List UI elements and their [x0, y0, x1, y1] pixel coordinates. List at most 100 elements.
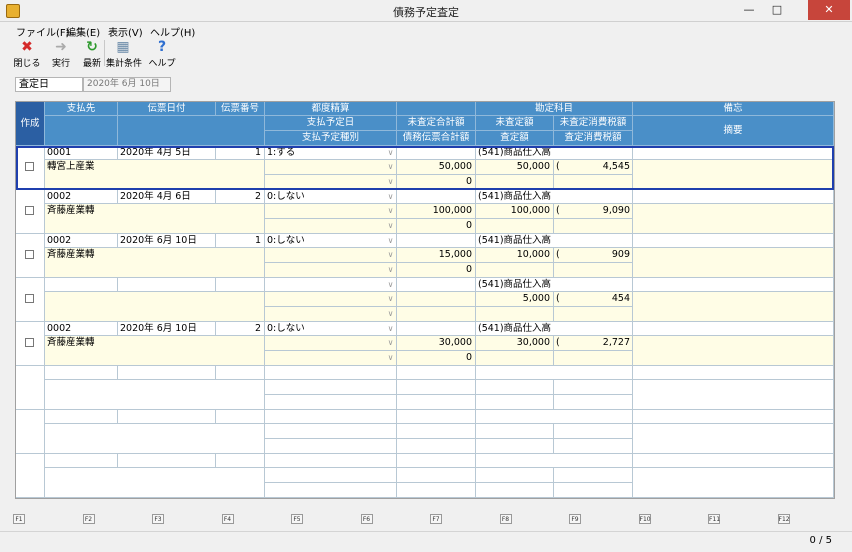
function-key-f11[interactable]: F11 [708, 514, 720, 524]
summary-cell[interactable] [633, 424, 834, 454]
pay-date-field[interactable] [265, 160, 397, 175]
function-key-f10[interactable]: F10 [638, 514, 651, 524]
memo-cell[interactable] [633, 146, 834, 160]
function-key-f5[interactable]: F5 [291, 514, 303, 524]
unassessed-amount[interactable] [476, 468, 554, 483]
pay-date-field[interactable] [265, 380, 397, 395]
each-settle-select[interactable]: 0:しない [265, 234, 397, 248]
assessed-amount[interactable] [476, 483, 554, 498]
assessed-amount[interactable] [476, 307, 554, 322]
account-cell[interactable]: (541)商品仕入高 [476, 322, 633, 336]
conditions-button[interactable]: ▦ 集計条件 [106, 38, 142, 69]
summary-cell[interactable] [633, 336, 834, 366]
each-settle-select[interactable] [265, 366, 397, 380]
pay-type-select[interactable] [265, 263, 397, 278]
dropdown-icon[interactable]: ∨ [385, 146, 396, 160]
account-cell[interactable]: (541)商品仕入高 [476, 278, 633, 292]
pay-type-select[interactable] [265, 439, 397, 454]
summary-cell[interactable] [633, 468, 834, 498]
row-checkbox[interactable] [25, 294, 34, 303]
assessed-tax[interactable] [554, 263, 633, 278]
row-select-cell[interactable] [16, 454, 45, 498]
unassessed-amount[interactable]: 5,000 [476, 292, 554, 307]
summary-cell[interactable] [633, 380, 834, 410]
assessed-tax[interactable] [554, 219, 633, 234]
unassessed-amount[interactable]: 50,000 [476, 160, 554, 175]
dropdown-icon[interactable]: ∨ [385, 248, 396, 262]
unassessed-tax[interactable]: 9,090 [562, 204, 633, 219]
account-cell[interactable]: (541)商品仕入高 [476, 234, 633, 248]
account-cell[interactable]: (541)商品仕入高 [476, 190, 633, 204]
assessed-amount[interactable] [476, 395, 554, 410]
dropdown-icon[interactable]: ∨ [385, 351, 396, 365]
memo-cell[interactable] [633, 410, 834, 424]
pay-type-select[interactable] [265, 219, 397, 234]
memo-cell[interactable] [633, 322, 834, 336]
pay-date-field[interactable] [265, 248, 397, 263]
dropdown-icon[interactable]: ∨ [385, 175, 396, 189]
function-key-f3[interactable]: F3 [152, 514, 164, 524]
pay-type-select[interactable] [265, 307, 397, 322]
pay-type-select[interactable] [265, 351, 397, 366]
assessed-amount[interactable] [476, 175, 554, 190]
row-checkbox[interactable] [25, 162, 34, 171]
memo-cell[interactable] [633, 234, 834, 248]
pay-date-field[interactable] [265, 468, 397, 483]
row-checkbox[interactable] [25, 338, 34, 347]
unassessed-amount[interactable] [476, 424, 554, 439]
dropdown-icon[interactable]: ∨ [385, 219, 396, 233]
summary-cell[interactable] [633, 248, 834, 278]
dropdown-icon[interactable]: ∨ [385, 278, 396, 292]
assessed-amount[interactable] [476, 351, 554, 366]
dropdown-icon[interactable]: ∨ [385, 322, 396, 336]
account-cell[interactable]: (541)商品仕入高 [476, 146, 633, 160]
row-checkbox[interactable] [25, 206, 34, 215]
account-cell[interactable] [476, 454, 633, 468]
menu-edit[interactable]: 編集(E) [66, 24, 100, 39]
pay-date-field[interactable] [265, 292, 397, 307]
function-key-f8[interactable]: F8 [499, 514, 512, 524]
dropdown-icon[interactable]: ∨ [385, 160, 396, 174]
row-select-cell[interactable] [16, 410, 45, 454]
minimize-button[interactable]: — [736, 0, 762, 20]
each-settle-select[interactable]: 1:する [265, 146, 397, 160]
assessed-amount[interactable] [476, 219, 554, 234]
menu-file[interactable]: ファイル(F) [16, 24, 70, 39]
row-checkbox[interactable] [25, 250, 34, 259]
close-button[interactable]: ✖ 閉じる [10, 38, 44, 69]
each-settle-select[interactable]: 0:しない [265, 322, 397, 336]
pay-date-field[interactable] [265, 336, 397, 351]
summary-cell[interactable] [633, 292, 834, 322]
unassessed-amount[interactable]: 30,000 [476, 336, 554, 351]
memo-cell[interactable] [633, 278, 834, 292]
function-key-f7[interactable]: F7 [430, 514, 442, 524]
menu-help[interactable]: ヘルプ(H) [150, 24, 195, 39]
dropdown-icon[interactable]: ∨ [385, 336, 396, 350]
unassessed-amount[interactable]: 10,000 [476, 248, 554, 263]
unassessed-amount[interactable] [476, 380, 554, 395]
unassessed-tax[interactable]: 4,545 [562, 160, 633, 175]
run-button[interactable]: ➜ 実行 [44, 38, 78, 69]
memo-cell[interactable] [633, 454, 834, 468]
function-key-f2[interactable]: F2 [82, 514, 95, 524]
pay-type-select[interactable] [265, 483, 397, 498]
assessment-date-field[interactable]: 2020年 6月 10日 [83, 77, 171, 92]
function-key-f6[interactable]: F6 [360, 514, 373, 524]
assessed-tax[interactable] [554, 307, 633, 322]
help-button[interactable]: ? ヘルプ [145, 38, 179, 69]
dropdown-icon[interactable]: ∨ [385, 234, 396, 248]
assessed-tax[interactable] [554, 439, 633, 454]
account-cell[interactable] [476, 366, 633, 380]
summary-cell[interactable] [633, 204, 834, 234]
each-settle-select[interactable]: 0:しない [265, 190, 397, 204]
dropdown-icon[interactable]: ∨ [385, 307, 396, 321]
assessed-tax[interactable] [554, 483, 633, 498]
pay-date-field[interactable] [265, 204, 397, 219]
row-select-cell[interactable] [16, 366, 45, 410]
pay-type-select[interactable] [265, 175, 397, 190]
close-window-button[interactable]: ✕ [808, 0, 850, 20]
function-key-f1[interactable]: F1 [13, 514, 25, 524]
each-settle-select[interactable] [265, 410, 397, 424]
assessed-tax[interactable] [554, 395, 633, 410]
assessed-amount[interactable] [476, 263, 554, 278]
